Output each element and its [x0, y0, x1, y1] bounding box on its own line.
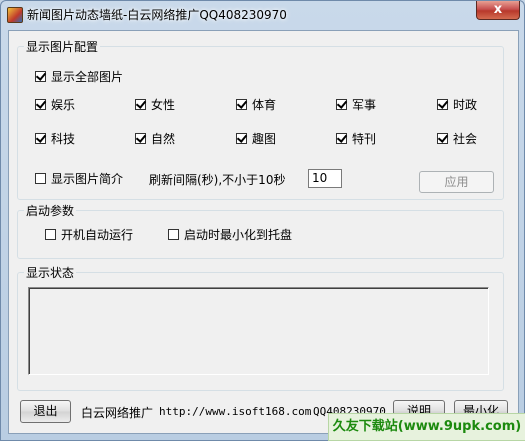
category-qutu-checkbox[interactable]: 趣图 [236, 130, 276, 147]
category-yule-check-icon[interactable] [35, 99, 46, 110]
minimize-tray-check-icon[interactable] [168, 229, 179, 240]
category-yule-label: 娱乐 [51, 98, 76, 112]
autorun-check-icon[interactable] [45, 229, 56, 240]
client-area: 显示图片配置 显示全部图片 娱乐 女性 体育 军事 时政 科技 自然 趣图 特刊… [8, 30, 519, 434]
show-summary-check-icon[interactable] [35, 173, 46, 184]
status-legend: 显示状态 [26, 266, 75, 280]
category-nvxing-checkbox[interactable]: 女性 [135, 96, 175, 113]
category-shizheng-label: 时政 [453, 98, 478, 112]
apply-button[interactable]: 应用 [419, 171, 494, 193]
display-config-legend: 显示图片配置 [26, 40, 99, 54]
app-icon [7, 7, 23, 23]
category-ziran-check-icon[interactable] [135, 133, 146, 144]
interval-label: 刷新间隔(秒),不小于10秒 [149, 173, 286, 187]
category-tiyu-check-icon[interactable] [236, 99, 247, 110]
category-nvxing-label: 女性 [151, 98, 176, 112]
category-junshi-label: 军事 [352, 98, 377, 112]
app-window: 新闻图片动态墙纸-白云网络推广QQ408230970 x 显示图片配置 显示全部… [0, 0, 525, 441]
show-all-checkbox[interactable]: 显示全部图片 [35, 68, 123, 85]
startup-legend: 启动参数 [26, 204, 75, 218]
category-tekan-check-icon[interactable] [336, 133, 347, 144]
category-ziran-label: 自然 [151, 132, 176, 146]
show-all-check-icon[interactable] [35, 71, 46, 82]
category-tekan-label: 特刊 [352, 132, 377, 146]
category-yule-checkbox[interactable]: 娱乐 [35, 96, 75, 113]
show-summary-label: 显示图片简介 [51, 172, 124, 186]
category-tekan-checkbox[interactable]: 特刊 [336, 130, 376, 147]
show-all-label: 显示全部图片 [51, 70, 124, 84]
category-tiyu-checkbox[interactable]: 体育 [236, 96, 276, 113]
category-tiyu-label: 体育 [252, 98, 277, 112]
category-keji-check-icon[interactable] [35, 133, 46, 144]
promo-text: 白云网络推广 [81, 406, 154, 420]
category-ziran-checkbox[interactable]: 自然 [135, 130, 175, 147]
category-shehui-check-icon[interactable] [437, 133, 448, 144]
category-qutu-check-icon[interactable] [236, 133, 247, 144]
category-shizheng-check-icon[interactable] [437, 99, 448, 110]
title-bar[interactable]: 新闻图片动态墙纸-白云网络推广QQ408230970 x [1, 1, 524, 29]
minimize-tray-label: 启动时最小化到托盘 [184, 228, 293, 242]
close-button[interactable]: x [476, 1, 520, 20]
autorun-checkbox[interactable]: 开机自动运行 [45, 226, 133, 243]
category-shehui-label: 社会 [453, 132, 478, 146]
watermark: 久友下载站(www.9upk.com) [328, 413, 525, 441]
show-summary-checkbox[interactable]: 显示图片简介 [35, 170, 123, 187]
category-qutu-label: 趣图 [252, 132, 277, 146]
category-junshi-checkbox[interactable]: 军事 [336, 96, 376, 113]
autorun-label: 开机自动运行 [61, 228, 134, 242]
window-title: 新闻图片动态墙纸-白云网络推广QQ408230970 [27, 8, 287, 22]
category-shehui-checkbox[interactable]: 社会 [437, 130, 477, 147]
category-junshi-check-icon[interactable] [336, 99, 347, 110]
promo-url[interactable]: http://www.isoft168.com [159, 405, 311, 418]
category-shizheng-checkbox[interactable]: 时政 [437, 96, 477, 113]
category-nvxing-check-icon[interactable] [135, 99, 146, 110]
category-keji-label: 科技 [51, 132, 76, 146]
exit-button[interactable]: 退出 [20, 400, 71, 423]
interval-input[interactable]: 10 [308, 169, 342, 188]
category-keji-checkbox[interactable]: 科技 [35, 130, 75, 147]
status-display[interactable] [28, 287, 489, 375]
minimize-tray-checkbox[interactable]: 启动时最小化到托盘 [168, 226, 292, 243]
